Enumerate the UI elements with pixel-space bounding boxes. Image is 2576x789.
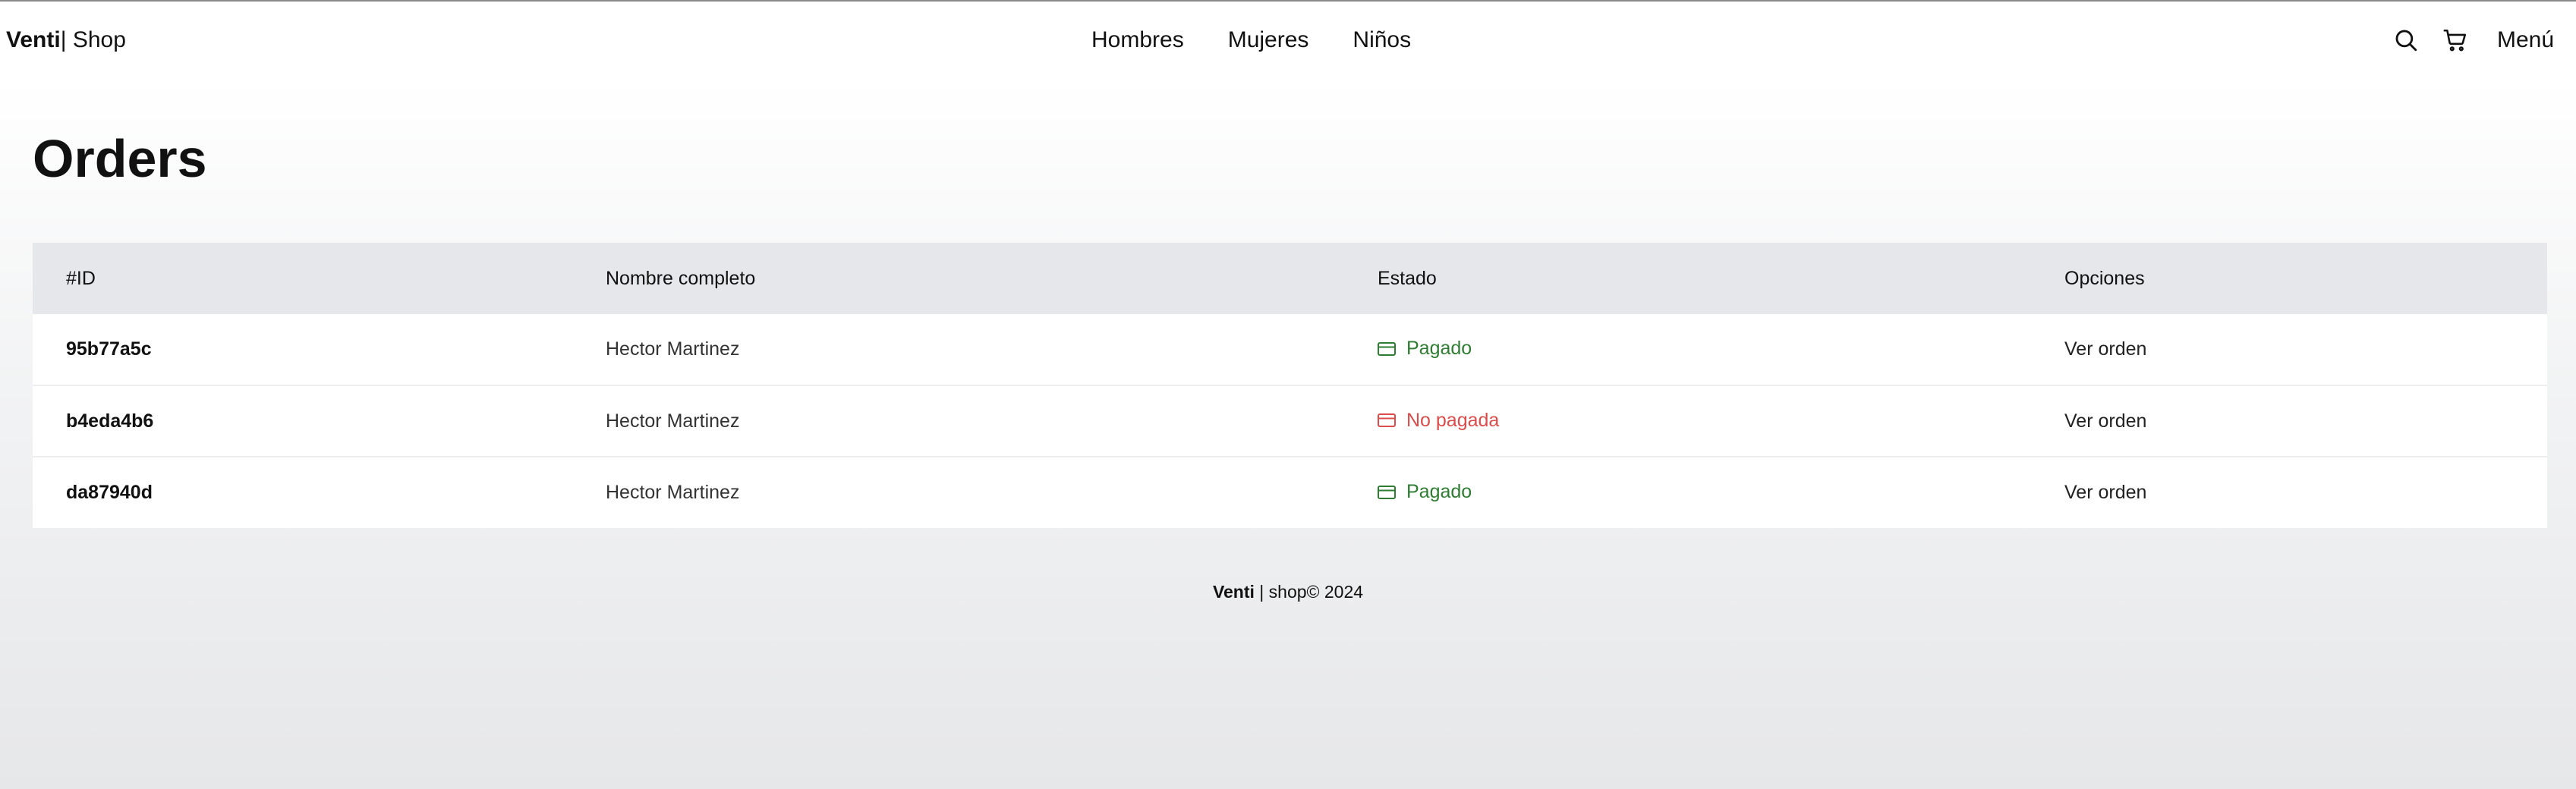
search-icon (2395, 30, 2417, 52)
status-badge: Pagado (1378, 481, 1472, 503)
status-cell: No pagada (1378, 385, 2064, 457)
brand-name: Venti (6, 27, 61, 52)
table-header-row: #ID Nombre completo Estado Opciones (33, 243, 2547, 314)
view-order-link[interactable]: Ver orden (2064, 385, 2547, 457)
order-id: 95b77a5c (66, 338, 152, 360)
brand-separator: | (60, 27, 67, 52)
footer-brand: Venti (1212, 582, 1255, 602)
header-actions: Menú (2391, 24, 2554, 56)
view-order-link[interactable]: Ver orden (2064, 314, 2547, 385)
table-row: da87940d Hector Martinez Pagado Ver orde… (33, 457, 2547, 528)
credit-card-icon (1378, 341, 1396, 356)
credit-card-icon (1378, 413, 1396, 428)
table-row: 95b77a5c Hector Martinez Pagado Ver orde… (33, 314, 2547, 385)
order-id: da87940d (66, 482, 153, 503)
menu-button[interactable]: Menú (2497, 27, 2554, 54)
status-label: Pagado (1406, 338, 1472, 360)
top-navbar: Venti| Shop Hombres Mujeres Niños Menú (0, 2, 2576, 77)
order-id: b4eda4b6 (66, 410, 154, 432)
table-row: b4eda4b6 Hector Martinez No pagada Ver o… (33, 385, 2547, 457)
customer-name: Hector Martinez (606, 410, 740, 432)
orders-table: #ID Nombre completo Estado Opciones 95b7… (33, 243, 2547, 528)
nav-item-hombres[interactable]: Hombres (1091, 27, 1184, 54)
nav-item-mujeres[interactable]: Mujeres (1228, 27, 1309, 54)
cart-icon (2443, 29, 2466, 52)
footer: Venti | shop© 2024 (0, 581, 2576, 602)
column-header-name: Nombre completo (606, 267, 756, 289)
status-label: No pagada (1406, 409, 1500, 431)
page-title: Orders (33, 129, 207, 188)
cart-button[interactable] (2440, 25, 2471, 55)
nav-item-ninos[interactable]: Niños (1353, 27, 1411, 54)
status-label: Pagado (1406, 481, 1472, 503)
status-cell: Pagado (1378, 314, 2064, 385)
brand-suffix: Shop (66, 27, 126, 52)
status-cell: Pagado (1378, 457, 2064, 528)
search-button[interactable] (2391, 25, 2421, 55)
view-order-link[interactable]: Ver orden (2064, 457, 2547, 528)
customer-name: Hector Martinez (606, 482, 740, 503)
footer-copyright: | shop© 2024 (1254, 582, 1364, 602)
credit-card-icon (1378, 485, 1396, 499)
column-header-status: Estado (1378, 267, 1437, 289)
main-nav: Hombres Mujeres Niños (1091, 27, 1411, 54)
brand-logo[interactable]: Venti| Shop (6, 27, 126, 54)
status-badge: No pagada (1378, 410, 1499, 432)
column-header-id: #ID (66, 267, 96, 289)
customer-name: Hector Martinez (606, 338, 740, 360)
column-header-options: Opciones (2064, 267, 2145, 289)
status-badge: Pagado (1378, 338, 1472, 360)
